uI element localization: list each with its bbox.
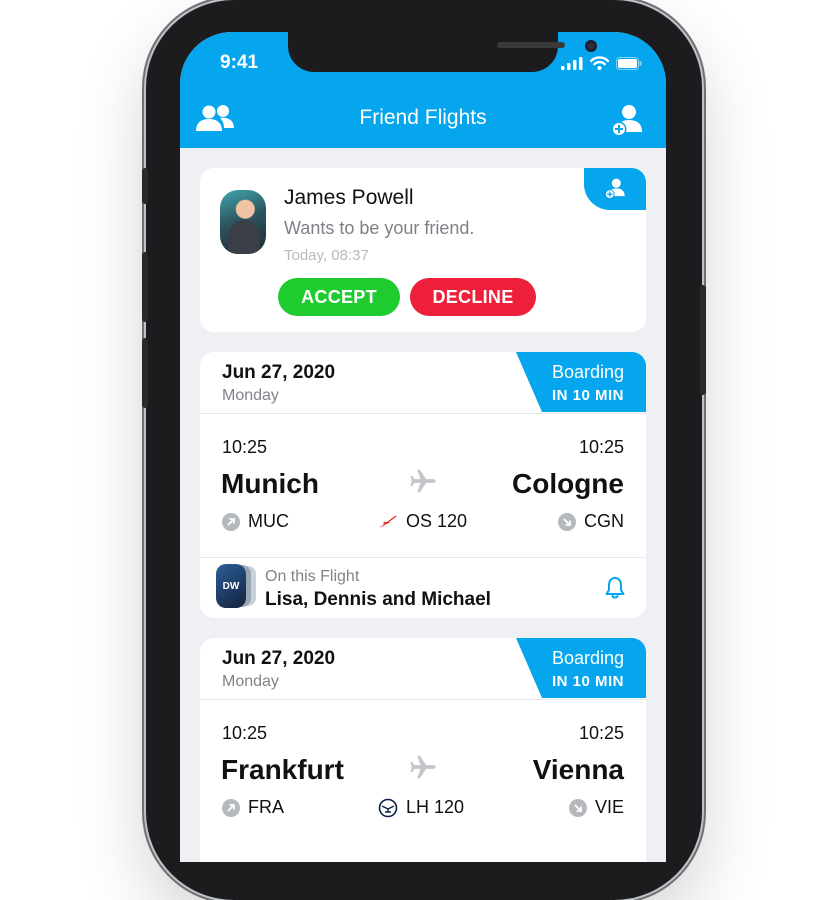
page-title: Friend Flights bbox=[359, 106, 487, 129]
friend-avatar-stack: DW bbox=[216, 564, 246, 608]
flight-number-row: OS 120 bbox=[378, 511, 467, 532]
mute-switch bbox=[142, 168, 148, 204]
divider bbox=[200, 699, 646, 700]
departure-airport: MUC bbox=[222, 511, 289, 532]
boarding-label: Boarding bbox=[551, 648, 624, 668]
flight-card[interactable]: Jun 27, 2020 Monday Boarding IN 10 MIN 1… bbox=[200, 638, 646, 862]
arrival-code: CGN bbox=[584, 511, 624, 531]
austrian-airlines-logo-icon bbox=[379, 515, 397, 528]
flight-number: LH 120 bbox=[406, 797, 465, 817]
departure-arrow-icon bbox=[222, 512, 240, 531]
departure-city: Munich bbox=[221, 468, 319, 499]
request-timestamp: Today, 08:37 bbox=[284, 247, 369, 264]
arrival-code: VIE bbox=[594, 797, 624, 817]
battery-icon bbox=[616, 57, 642, 70]
lufthansa-logo-icon bbox=[378, 798, 398, 817]
arrival-arrow-icon bbox=[568, 798, 587, 817]
boarding-badge: Boarding IN 10 MIN bbox=[516, 352, 646, 412]
status-icons bbox=[561, 56, 642, 70]
on-flight-names: Lisa, Dennis and Michael bbox=[265, 589, 491, 610]
friend-request-badge bbox=[584, 168, 646, 210]
friends-on-flight[interactable]: DW On this Flight Lisa, Dennis and Micha… bbox=[200, 558, 646, 618]
arrival-city: Vienna bbox=[532, 754, 624, 785]
departure-arrow-icon bbox=[222, 798, 240, 817]
flight-date: Jun 27, 2020 bbox=[222, 648, 336, 669]
airplane-icon bbox=[410, 469, 436, 493]
arrival-arrow-icon bbox=[558, 512, 576, 531]
flight-card[interactable]: Jun 27, 2020 Monday Boarding IN 10 MIN 1… bbox=[200, 352, 646, 618]
arrival-time: 10:25 bbox=[578, 437, 624, 457]
boarding-time: IN 10 MIN bbox=[551, 387, 624, 404]
volume-down-button bbox=[142, 338, 148, 408]
friend-request-card: James Powell Wants to be your friend. To… bbox=[200, 168, 646, 332]
friends-icon[interactable] bbox=[196, 104, 236, 134]
boarding-badge: Boarding IN 10 MIN bbox=[516, 638, 646, 698]
flight-day: Monday bbox=[222, 673, 279, 690]
bell-icon[interactable] bbox=[604, 576, 626, 600]
flight-number-row: LH 120 bbox=[378, 797, 464, 818]
app-screen: 9:41 Friend Flights James Powell Wants t… bbox=[180, 32, 666, 862]
on-flight-label: On this Flight bbox=[265, 568, 360, 585]
accept-button[interactable]: ACCEPT bbox=[278, 278, 400, 316]
add-friend-icon[interactable] bbox=[610, 104, 644, 138]
flight-date: Jun 27, 2020 bbox=[222, 362, 336, 383]
signal-icon bbox=[561, 57, 583, 70]
airplane-icon bbox=[410, 755, 436, 779]
departure-code: MUC bbox=[248, 511, 289, 531]
status-time: 9:41 bbox=[220, 52, 259, 73]
departure-city: Frankfurt bbox=[221, 754, 344, 785]
volume-up-button bbox=[142, 252, 148, 322]
arrival-time: 10:25 bbox=[578, 723, 624, 743]
front-camera bbox=[585, 40, 597, 52]
power-button bbox=[700, 285, 706, 395]
avatar[interactable] bbox=[220, 190, 266, 254]
flight-number: OS 120 bbox=[406, 511, 468, 531]
departure-time: 10:25 bbox=[222, 723, 268, 743]
camera-notch bbox=[288, 32, 597, 72]
divider bbox=[200, 413, 646, 414]
wifi-icon bbox=[590, 56, 609, 70]
arrival-airport: CGN bbox=[558, 511, 624, 532]
requester-name: James Powell bbox=[284, 186, 414, 209]
request-message: Wants to be your friend. bbox=[284, 218, 475, 238]
add-friend-icon bbox=[604, 178, 625, 200]
departure-time: 10:25 bbox=[222, 437, 268, 457]
departure-airport: FRA bbox=[222, 797, 284, 818]
decline-button[interactable]: DECLINE bbox=[410, 278, 536, 316]
speaker-grille bbox=[497, 42, 565, 48]
departure-code: FRA bbox=[248, 797, 284, 817]
arrival-airport: VIE bbox=[568, 797, 624, 818]
arrival-city: Cologne bbox=[512, 468, 624, 499]
flight-day: Monday bbox=[222, 387, 279, 404]
boarding-label: Boarding bbox=[551, 362, 624, 382]
boarding-time: IN 10 MIN bbox=[551, 673, 624, 690]
